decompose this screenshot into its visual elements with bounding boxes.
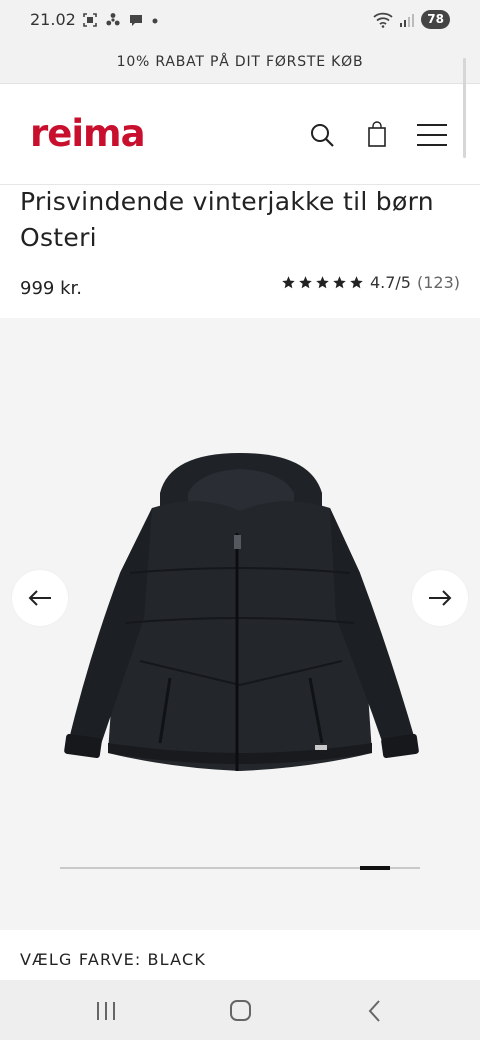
signal-icon (400, 13, 415, 27)
gallery-progress-indicator (359, 866, 391, 870)
fan-icon (106, 13, 120, 26)
recent-apps-button[interactable] (92, 998, 122, 1024)
rating-score: 4.7/5 (369, 273, 411, 292)
svg-text:reima: reima (30, 114, 145, 154)
status-bar: 21.02 78 (0, 0, 480, 40)
color-label-prefix: VÆLG FARVE: (20, 950, 142, 969)
product-price: 999 kr. (20, 278, 82, 299)
selected-color: BLACK (147, 950, 207, 969)
back-icon (368, 1000, 380, 1022)
menu-icon (417, 124, 447, 146)
star-icon (350, 276, 363, 289)
status-icons-right: 78 (373, 10, 450, 29)
color-selector-label: VÆLG FARVE: BLACK (20, 950, 206, 969)
star-icon (316, 276, 329, 289)
previous-image-button[interactable] (12, 570, 68, 626)
promo-text: 10% RABAT PÅ DIT FØRSTE KØB (116, 53, 364, 70)
system-nav-bar (0, 980, 480, 1040)
battery-level: 78 (427, 12, 444, 26)
next-image-button[interactable] (412, 570, 468, 626)
dot-icon (152, 18, 158, 24)
star-icon (299, 276, 312, 289)
back-button[interactable] (362, 998, 392, 1024)
product-gallery[interactable] (0, 318, 480, 930)
screenshot-icon (83, 13, 97, 27)
shopping-bag-icon (368, 121, 386, 147)
promo-banner[interactable]: 10% RABAT PÅ DIT FØRSTE KØB (0, 40, 480, 84)
battery-icon: 78 (421, 10, 450, 29)
site-header: reima (0, 84, 480, 185)
status-icons-left (82, 12, 159, 28)
wifi-icon (373, 12, 393, 28)
status-time: 21.02 (30, 10, 76, 29)
cart-button[interactable] (360, 119, 394, 153)
home-button[interactable] (225, 998, 255, 1024)
chat-bubble-icon (130, 15, 142, 26)
star-icon (282, 276, 295, 289)
review-count: (123) (416, 273, 460, 292)
home-icon (230, 1000, 251, 1021)
menu-button[interactable] (414, 119, 450, 153)
logo-wordmark: reima (30, 112, 146, 155)
product-title: Prisvindende vinterjakke til børn Osteri (20, 187, 434, 252)
search-button[interactable] (305, 119, 339, 153)
reima-logo[interactable]: reima (30, 112, 154, 158)
arrow-right-icon (429, 590, 452, 606)
search-icon (311, 124, 334, 147)
recent-apps-icon (97, 1002, 115, 1020)
star-icon (333, 276, 346, 289)
product-rating[interactable]: 4.7/5 (123) (281, 273, 460, 292)
arrow-left-icon (28, 590, 51, 606)
rating-stars (281, 275, 364, 290)
page-scrollbar[interactable] (463, 58, 466, 158)
product-image (64, 453, 419, 771)
gallery-progress-track[interactable] (60, 866, 420, 870)
